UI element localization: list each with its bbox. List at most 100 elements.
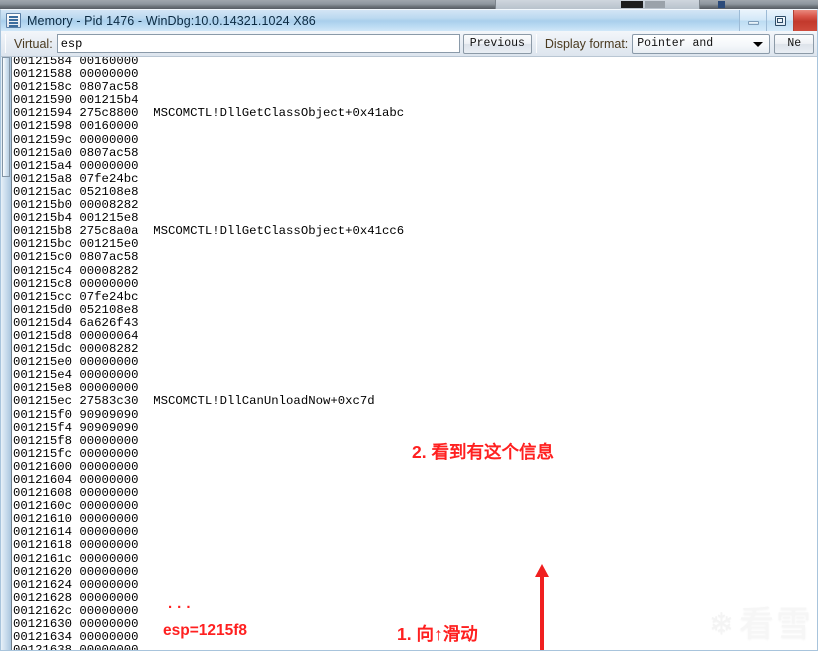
memory-address: 00121600 [13,459,80,474]
memory-value: 00000000 [79,486,139,501]
memory-address: 001215d8 [13,328,80,343]
vertical-scrollbar[interactable] [1,57,12,650]
memory-value: 00000000 [79,433,139,448]
chevron-down-icon [753,41,764,47]
up-arrow-annotation-icon [535,564,549,650]
annotation-step-2: 2. 看到有这个信息 [412,442,554,462]
memory-value: 6a626f43 [79,315,139,330]
memory-value: 00000000 [79,551,139,566]
memory-value: 00160000 [79,119,139,134]
memory-address: 001215cc [13,289,80,304]
memory-address: 001215a8 [13,171,80,186]
memory-dump-list[interactable]: 00121584 00160000 00121588 00000000 001215… [13,57,405,650]
virtual-label: Virtual: [14,36,53,51]
watermark: ❄ 看雪 [709,607,813,642]
annotation-esp-value: esp=1215f8 [163,622,248,639]
memory-value: 00000000 [79,368,139,383]
memory-address: 001215d0 [13,302,80,317]
memory-value: 00000000 [79,446,139,461]
memory-address: 00121590 [13,93,80,108]
memory-value: 07fe24bc [79,289,139,304]
memory-value: 90909090 [79,407,139,422]
window-title: Memory - Pid 1476 - WinDbg:10.0.14321.10… [27,13,316,28]
memory-address: 001215f4 [13,420,80,435]
memory-address: 00121618 [13,538,80,553]
previous-button[interactable]: Previous [462,33,532,54]
display-format-select[interactable]: Pointer and [632,33,771,54]
memory-address: 00121610 [13,512,80,527]
memory-value: 001215b4 [79,93,139,108]
memory-value: 275c8800 [79,106,139,121]
memory-value: 00000000 [79,158,139,173]
scrollbar-thumb[interactable] [2,57,10,177]
memory-address: 00121604 [13,473,80,487]
memory-address: 001215b8 [13,224,80,239]
window-controls [739,10,817,31]
memory-value: 00000000 [79,564,139,579]
memory-value: 00000000 [79,617,139,632]
memory-value: 00000000 [79,473,139,487]
memory-value: 00000000 [79,499,139,514]
memory-client-area: 00121584 00160000 00121588 00000000 001215… [0,57,818,651]
toolbar-grip-virtual[interactable] [5,34,10,53]
memory-address: 001215ac [13,184,80,199]
window-titlebar[interactable]: Memory - Pid 1476 - WinDbg:10.0.14321.10… [0,9,818,31]
background-desktop-strip [0,0,818,9]
memory-value: 00000000 [79,276,139,291]
memory-window: Memory - Pid 1476 - WinDbg:10.0.14321.10… [0,9,818,652]
memory-row[interactable]: 00121638 00000000 [13,644,404,650]
memory-value: 00000064 [79,328,139,343]
memory-value: 00000000 [79,525,139,540]
memory-value: 00000000 [79,538,139,553]
watermark-text: 看雪 [738,605,813,644]
background-window-titlebar [495,0,700,9]
memory-address: 00121588 [13,67,80,82]
memory-address: 001215d4 [13,315,80,330]
memory-value: 0807ac58 [79,250,139,265]
memory-address: 00121630 [13,617,80,632]
memory-address: 0012161c [13,551,80,566]
memory-address: 00121614 [13,525,80,540]
memory-value: 00008282 [79,263,139,278]
memory-address: 00121598 [13,119,80,134]
snowflake-icon: ❄ [708,607,734,641]
memory-address: 001215b0 [13,198,80,213]
memory-value: 0807ac58 [79,145,139,160]
memory-value: 00000000 [79,132,139,147]
memory-address: 001215e4 [13,368,80,383]
memory-value: 00000000 [79,67,139,82]
memory-value: 00000000 [79,459,139,474]
background-window-button-b [645,1,665,8]
memory-value: 00000000 [79,603,139,618]
memory-address: 0012160c [13,499,80,514]
memory-address: 001215e8 [13,381,80,396]
memory-symbol: MSCOMCTL!DllCanUnloadNow+0xc7d [138,394,375,409]
memory-address: 0012158c [13,80,80,95]
memory-address: 00121634 [13,630,80,645]
memory-address: 001215dc [13,342,80,357]
memory-symbol: MSCOMCTL!DllGetClassObject+0x41abc [138,106,405,121]
memory-value: 001215e0 [79,237,139,252]
memory-address: 001215c0 [13,250,80,265]
memory-value: 00000000 [79,577,139,592]
restore-button[interactable] [766,10,793,31]
next-button[interactable]: Ne [774,33,815,54]
minimize-button[interactable] [739,10,766,31]
memory-value: 27583c30 [79,394,139,409]
virtual-address-input[interactable] [56,34,460,53]
close-button[interactable] [793,10,817,31]
memory-address: 001215e0 [13,355,80,370]
toolbar-grip-display-format[interactable] [535,34,541,53]
screenshot-root: Memory - Pid 1476 - WinDbg:10.0.14321.10… [0,0,818,652]
display-format-value: Pointer and [637,37,714,50]
restore-icon [774,15,786,26]
memory-value: 00000000 [79,512,139,527]
memory-address: 001215f0 [13,407,80,422]
memory-value: 00000000 [79,381,139,396]
background-window-dot [718,1,725,8]
minimize-icon [747,20,759,25]
memory-value: 00000000 [79,355,139,370]
memory-symbol: MSCOMCTL!DllGetClassObject+0x41cc6 [138,224,405,239]
memory-address: 001215a0 [13,145,80,160]
memory-window-icon [6,13,21,28]
